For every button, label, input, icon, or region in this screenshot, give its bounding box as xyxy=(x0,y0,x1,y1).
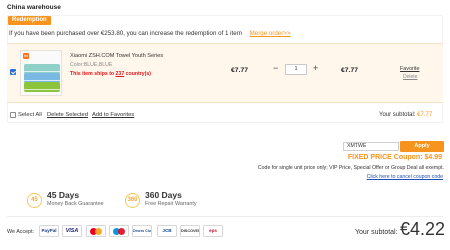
apply-coupon-button[interactable]: Apply xyxy=(400,141,444,152)
product-name[interactable]: Xiaomi ZSH.COM Towel Youth Series xyxy=(70,53,163,59)
guarantee-title-45: 45 Days xyxy=(47,190,80,200)
cart-subtotal-value: €7.77 xyxy=(417,112,433,118)
we-accept-label: We Accept: xyxy=(7,229,35,235)
cart-subtotal: Your subtotal: €7.77 xyxy=(379,112,432,118)
quantity-input[interactable]: 1 xyxy=(285,64,307,75)
money-back-badge-icon: 45 xyxy=(27,193,42,208)
cancel-coupon-link[interactable]: Click here to cancel coupon code xyxy=(367,174,443,180)
paypal-icon: PayPal xyxy=(39,225,59,237)
merge-order-link[interactable]: Merge order>> xyxy=(250,30,291,37)
redemption-note-text: If you have been purchased over €253.80,… xyxy=(9,30,242,37)
guarantee-subtitle-45: Money Back Guarantee xyxy=(47,201,104,207)
shipping-note: This item ships to 237 country(s) xyxy=(70,71,151,77)
product-thumbnail[interactable]: mi xyxy=(20,50,62,96)
redemption-note: If you have been purchased over €253.80,… xyxy=(9,30,291,37)
footer-subtotal-label: Your subtotal: xyxy=(355,229,398,236)
maestro-icon xyxy=(109,225,129,237)
coupon-code-input[interactable]: XMTWE xyxy=(343,142,399,151)
cart-subtotal-label: Your subtotal: xyxy=(379,112,416,118)
unit-price: €7.77 xyxy=(231,67,249,74)
eps-icon: eps xyxy=(203,225,223,237)
select-all-checkbox[interactable] xyxy=(10,112,16,118)
coupon-discount: FIXED PRICE Coupon: $4.99 xyxy=(347,154,442,161)
discover-icon: DISCOVER xyxy=(180,225,200,237)
ship-country-count[interactable]: 237 xyxy=(116,71,125,77)
redemption-badge: Redemption xyxy=(8,16,51,25)
delete-link[interactable]: Delete xyxy=(403,74,417,80)
ship-suffix: country(s) xyxy=(124,71,152,77)
footer-divider xyxy=(7,216,443,217)
jcb-icon: JCB xyxy=(157,225,177,237)
mastercard-icon xyxy=(86,225,106,237)
guarantee-subtitle-360: Free Repair Warranty xyxy=(145,201,197,207)
mi-logo-icon: mi xyxy=(23,53,29,59)
towel-green-image xyxy=(24,82,60,92)
delete-selected-link[interactable]: Delete Selected xyxy=(47,112,88,118)
diners-club-icon: Diners Club xyxy=(132,225,152,237)
footer-subtotal-value: €4.22 xyxy=(400,219,446,239)
quantity-increase-button[interactable]: + xyxy=(313,64,318,73)
product-color: Color:BLUE,BLUE xyxy=(70,62,113,68)
visa-icon: VISA xyxy=(62,225,82,237)
warranty-badge-icon: 360 xyxy=(125,193,140,208)
select-all-label[interactable]: Select All xyxy=(18,112,42,118)
quantity-decrease-button[interactable]: − xyxy=(273,64,278,73)
coupon-note: Code for single unit price only; VIP Pri… xyxy=(257,165,444,171)
line-total: €7.77 xyxy=(341,67,359,74)
favorite-link[interactable]: Favorite xyxy=(400,66,419,72)
item-checkbox[interactable] xyxy=(10,69,16,75)
guarantee-title-360: 360 Days xyxy=(145,190,182,200)
add-to-favorites-link[interactable]: Add to Favorites xyxy=(92,112,134,118)
warehouse-title: China warehouse xyxy=(7,4,61,11)
ship-prefix: This item ships to xyxy=(70,71,116,77)
